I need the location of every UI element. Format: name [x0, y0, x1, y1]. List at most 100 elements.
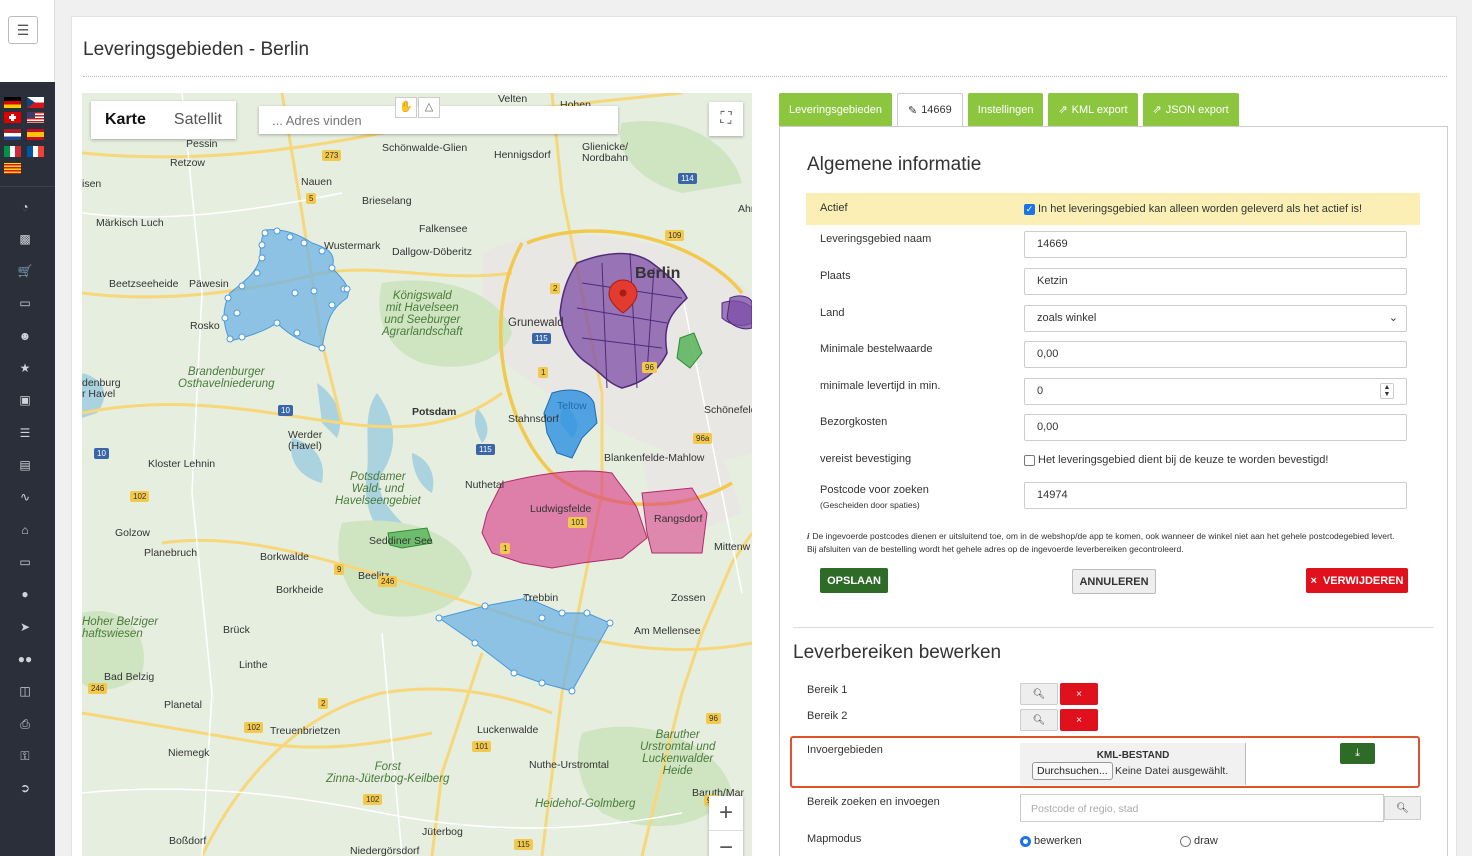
confirm-checkbox-label[interactable]: Het leveringsgebied dient bij de keuze t… — [1024, 454, 1328, 466]
pencil-icon: ✎ — [907, 104, 918, 117]
flag-ch-icon[interactable] — [4, 112, 21, 123]
user-plus-icon[interactable]: ☻ — [14, 327, 36, 345]
hand-tool-icon[interactable]: ✋ — [395, 97, 417, 118]
map-label: Wustermark — [324, 240, 381, 252]
map-label: Hennigsdorf — [494, 149, 551, 161]
form-row-min-time: minimale levertijd in min. 0 ▲ ▼ — [806, 378, 1420, 405]
flag-fr-icon[interactable] — [27, 146, 44, 157]
menu-toggle-button[interactable]: ☰ — [8, 16, 38, 44]
zone-2-search-button[interactable]: 🔍︎ — [1020, 709, 1058, 731]
flag-us-icon[interactable] — [27, 112, 44, 123]
zone-2-delete-button[interactable]: × — [1060, 709, 1098, 731]
active-checkbox[interactable]: ✓ — [1024, 203, 1035, 215]
speedometer-icon[interactable]: ◔ — [14, 198, 36, 216]
map-label: Brieselang — [362, 195, 412, 207]
flag-nl-icon[interactable] — [4, 129, 21, 140]
trend-icon[interactable]: ∿ — [14, 488, 36, 506]
zoom-out-button[interactable]: − — [709, 830, 743, 856]
delete-button[interactable]: × VERWIJDEREN — [1306, 568, 1408, 593]
mode-edit-radio-label[interactable]: bewerken — [1020, 835, 1082, 847]
map-label: Brück — [223, 624, 250, 636]
zone-2-label: Bereik 2 — [807, 710, 848, 722]
database-icon[interactable]: ◫ — [14, 682, 36, 700]
bar-chart-icon[interactable]: ▩ — [14, 230, 36, 248]
map-label: Heidehof-Golmberg — [535, 798, 636, 810]
form-row-city: Plaats Ketzin — [806, 268, 1420, 295]
city-input[interactable]: Ketzin — [1024, 268, 1407, 295]
zoom-in-button[interactable]: + — [709, 796, 743, 830]
save-button[interactable]: OPSLAAN — [820, 568, 888, 593]
rocket-icon[interactable]: ➤ — [14, 618, 36, 636]
mode-edit-radio[interactable] — [1020, 835, 1031, 847]
cancel-button[interactable]: ANNULEREN — [1072, 569, 1156, 594]
min-time-stepper[interactable]: 0 ▲ ▼ — [1024, 378, 1407, 405]
map-type-karte-button[interactable]: Karte — [91, 101, 160, 139]
delivery-cost-input[interactable]: 0,00 — [1024, 414, 1407, 441]
flag-ca-icon[interactable] — [4, 163, 21, 174]
search-zone-button[interactable]: 🔍︎ — [1384, 796, 1421, 820]
polygon-tool-icon[interactable]: △ — [418, 97, 440, 118]
active-checkbox-label[interactable]: ✓ In het leveringsgebied kan alleen word… — [1024, 203, 1362, 215]
monitor-icon[interactable]: ▭ — [14, 294, 36, 312]
flag-es-icon[interactable] — [27, 129, 44, 140]
zone-1-search-button[interactable]: 🔍︎ — [1020, 683, 1058, 705]
map-label: Golzow — [115, 527, 151, 539]
map-label: Nuthe-Urstromtal — [529, 759, 609, 771]
users-icon[interactable]: ●● — [14, 650, 36, 668]
form-row-name: Leveringsgebied naam 14669 — [806, 231, 1420, 258]
country-select[interactable]: zoals winkel ⌄ — [1024, 305, 1407, 332]
desktop-icon[interactable]: ▭ — [14, 553, 36, 571]
upload-button[interactable]: ⤓ — [1340, 743, 1375, 764]
file-status-text: Keine Datei ausgewählt. — [1115, 765, 1229, 777]
mode-draw-radio-label[interactable]: draw — [1180, 835, 1218, 847]
mode-edit-text: bewerken — [1034, 835, 1082, 847]
tab-instellingen[interactable]: Instellingen — [967, 93, 1044, 126]
flag-it-icon[interactable] — [4, 146, 21, 157]
browse-file-button[interactable]: Durchsuchen... — [1032, 762, 1113, 780]
logout-icon[interactable]: ➲ — [14, 779, 36, 797]
star-icon[interactable]: ★ — [14, 359, 36, 377]
postcode-input[interactable]: 14974 — [1024, 482, 1407, 509]
list-icon[interactable]: ☰ — [14, 424, 36, 442]
tab-kml-export[interactable]: ⇗ KML export — [1048, 93, 1138, 126]
flag-cz-icon[interactable] — [27, 97, 44, 108]
map-type-satellite-button[interactable]: Satellit — [160, 101, 236, 139]
delete-button-label: VERWIJDEREN — [1322, 574, 1404, 587]
chevron-down-icon: ⌄ — [1388, 312, 1398, 324]
zone-1-delete-button[interactable]: × — [1060, 683, 1098, 705]
map-label: Blankenfelde-Mahlow — [604, 452, 705, 464]
cart-icon[interactable]: 🛒 — [14, 262, 36, 280]
name-input[interactable]: 14669 — [1024, 231, 1407, 258]
tab-14669[interactable]: ✎ 14669 — [896, 93, 963, 126]
map-canvas[interactable]: Berlin Pessin Retzow Nauen isen Märkisch… — [82, 93, 752, 856]
tab-json-export[interactable]: ⇗ JSON export — [1142, 93, 1239, 126]
search-zone-input[interactable]: Postcode of regio, stad — [1020, 794, 1384, 822]
min-order-input[interactable]: 0,00 — [1024, 341, 1407, 368]
home-icon[interactable]: ⌂ — [14, 521, 36, 539]
printer-icon[interactable]: ⎙ — [14, 715, 36, 733]
flag-de-icon[interactable] — [4, 97, 21, 108]
map-type-control: Karte Satellit — [91, 101, 236, 139]
road-shield: 2 — [318, 698, 329, 709]
map-label: Kloster Lehnin — [148, 458, 216, 470]
fullscreen-icon[interactable]: ⛶ — [709, 102, 743, 136]
road-shield: 246 — [378, 576, 398, 587]
key-icon[interactable]: ⚿ — [14, 747, 36, 765]
map-label-berlin: Berlin — [635, 265, 681, 282]
tab-label: Instellingen — [977, 103, 1034, 116]
stepper-arrows-icon[interactable]: ▲ ▼ — [1380, 383, 1394, 399]
road-shield: 96a — [693, 433, 713, 444]
tab-leveringsgebieden[interactable]: Leveringsgebieden — [779, 93, 892, 126]
mode-draw-radio[interactable] — [1180, 835, 1191, 847]
user-icon[interactable]: ● — [14, 585, 36, 603]
city-label: Plaats — [820, 270, 851, 282]
map-label: Trebbin — [523, 592, 559, 604]
map-label: Schönefeld — [704, 404, 752, 416]
zoom-control: + − — [709, 796, 743, 856]
archive-icon[interactable]: ▣ — [14, 391, 36, 409]
map-label: Falkensee — [419, 223, 468, 235]
book-icon[interactable]: ▤ — [14, 456, 36, 474]
form-row-min-order: Minimale bestelwaarde 0,00 — [806, 341, 1420, 368]
confirm-checkbox[interactable] — [1024, 454, 1035, 466]
mapmode-label: Mapmodus — [807, 833, 862, 845]
